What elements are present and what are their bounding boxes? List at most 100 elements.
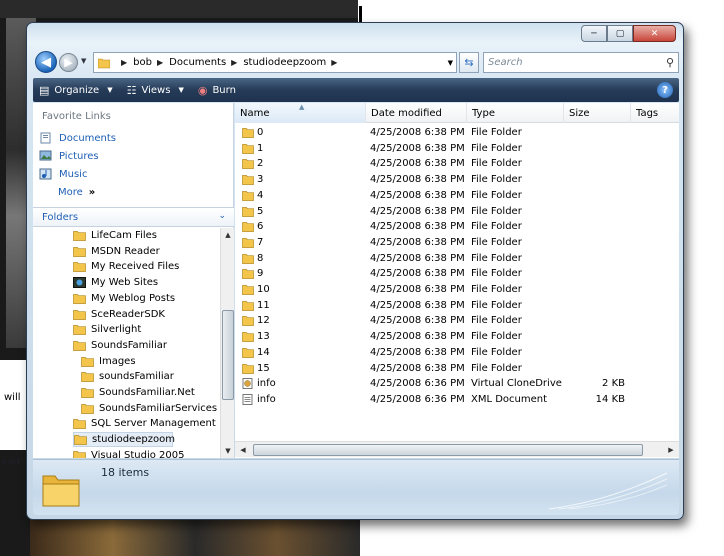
- close-button[interactable]: ✕: [633, 25, 676, 42]
- folder-tree-item[interactable]: LifeCam Files: [73, 228, 157, 243]
- folder-tree-label: SoundsFamiliar: [91, 339, 167, 351]
- burn-button[interactable]: ◉ Burn: [198, 84, 236, 97]
- file-name: 2: [257, 158, 264, 170]
- folder-tree-item[interactable]: My Web Sites: [73, 275, 158, 290]
- favorite-music[interactable]: Music: [39, 166, 87, 182]
- file-row[interactable]: 10 4/25/2008 6:38 PM File Folder: [235, 282, 679, 298]
- address-bar[interactable]: ▶ bob ▶ Documents ▶ studiodeepzoom ▶ ▼: [93, 52, 457, 73]
- file-row[interactable]: 6 4/25/2008 6:38 PM File Folder: [235, 219, 679, 235]
- folder-tree-item[interactable]: SoundsFamiliar: [73, 338, 167, 353]
- file-row[interactable]: 13 4/25/2008 6:38 PM File Folder: [235, 329, 679, 345]
- folder-tree-item[interactable]: soundsFamiliar: [81, 369, 174, 384]
- breadcrumb-root-arrow[interactable]: ▶: [116, 58, 127, 67]
- folder-tree: LifeCam Files MSDN Reader My Received File…: [33, 228, 219, 458]
- file-row[interactable]: 1 4/25/2008 6:38 PM File Folder: [235, 141, 679, 157]
- minimize-button[interactable]: ─: [581, 25, 607, 42]
- file-date: 4/25/2008 6:38 PM: [370, 189, 465, 201]
- breadcrumb-bob[interactable]: bob ▶: [133, 57, 163, 68]
- file-list-hscrollbar[interactable]: ◀ ▶: [235, 441, 679, 457]
- breadcrumb-studiodeepzoom[interactable]: studiodeepzoom ▶: [243, 57, 337, 68]
- scroll-right-arrow[interactable]: ▶: [665, 444, 677, 456]
- file-row[interactable]: 3 4/25/2008 6:38 PM File Folder: [235, 172, 679, 188]
- file-row[interactable]: 15 4/25/2008 6:38 PM File Folder: [235, 361, 679, 377]
- file-name: 0: [257, 127, 264, 138]
- explorer-window[interactable]: ─ ▢ ✕ ◀ ▶ ▼ ▶ bob ▶ Documents ▶ studiodeep…: [26, 22, 684, 520]
- folder-tree-item[interactable]: studiodeepzoom: [73, 432, 175, 448]
- pictures-icon: [39, 150, 52, 161]
- file-row[interactable]: 2 4/25/2008 6:38 PM File Folder: [235, 156, 679, 172]
- views-button[interactable]: ☷ Views ▼: [127, 84, 184, 97]
- scroll-thumb[interactable]: [222, 310, 234, 400]
- scroll-down-arrow[interactable]: ▼: [222, 445, 234, 457]
- file-date: 4/25/2008 6:38 PM: [370, 158, 465, 170]
- chevron-right-icon[interactable]: ▶: [231, 58, 237, 67]
- file-row[interactable]: 14 4/25/2008 6:38 PM File Folder: [235, 345, 679, 361]
- file-row[interactable]: info 4/25/2008 6:36 PM XML Document 14 KB: [235, 392, 679, 408]
- folder-tree-item[interactable]: Silverlight: [73, 322, 141, 337]
- folder-tree-item[interactable]: SoundsFamiliarServices: [81, 401, 217, 416]
- chevron-right-icon[interactable]: ▶: [157, 58, 163, 67]
- refresh-button[interactable]: ⇆: [459, 52, 479, 73]
- file-name: 8: [257, 252, 264, 264]
- folder-tree-scrollbar[interactable]: ▲ ▼: [220, 228, 234, 458]
- scroll-up-arrow[interactable]: ▲: [222, 229, 234, 241]
- back-button[interactable]: ◀: [35, 51, 57, 73]
- column-size[interactable]: Size: [564, 103, 631, 123]
- file-date: 4/25/2008 6:38 PM: [370, 205, 465, 217]
- file-row[interactable]: 0 4/25/2008 6:38 PM File Folder: [235, 125, 679, 141]
- file-name: 6: [257, 221, 264, 233]
- file-name: 10: [257, 284, 270, 295]
- folder-tree-label: LifeCam Files: [91, 230, 157, 241]
- favorite-pictures[interactable]: Pictures: [39, 148, 99, 164]
- folders-header[interactable]: Folders ⌄: [33, 207, 234, 227]
- folder-tree-item[interactable]: Images: [81, 354, 136, 369]
- recent-pages-dropdown[interactable]: ▼: [81, 57, 86, 65]
- favorite-label: Music: [59, 168, 88, 180]
- file-type: File Folder: [471, 331, 522, 343]
- documents-icon: [40, 132, 51, 144]
- column-tags[interactable]: Tags: [631, 103, 679, 123]
- file-row[interactable]: info 4/25/2008 6:36 PM Virtual CloneDrive 2…: [235, 376, 679, 392]
- file-name: 9: [257, 268, 264, 280]
- column-date-modified[interactable]: Date modified: [366, 103, 467, 123]
- folder-tree-item[interactable]: SoundsFamiliar.Net: [81, 385, 195, 400]
- folder-icon: [98, 58, 110, 68]
- file-type: File Folder: [471, 127, 522, 138]
- file-row[interactable]: 7 4/25/2008 6:38 PM File Folder: [235, 235, 679, 251]
- forward-button[interactable]: ▶: [59, 53, 78, 72]
- decorative-swoosh: [549, 472, 668, 510]
- help-button[interactable]: ?: [657, 82, 673, 98]
- folder-tree-item[interactable]: My Weblog Posts: [73, 291, 175, 306]
- scroll-left-arrow[interactable]: ◀: [237, 444, 249, 456]
- folder-icon: [73, 246, 86, 257]
- breadcrumb-documents[interactable]: Documents ▶: [169, 57, 237, 68]
- file-row[interactable]: 8 4/25/2008 6:38 PM File Folder: [235, 251, 679, 267]
- file-date: 4/25/2008 6:38 PM: [370, 221, 465, 233]
- organize-button[interactable]: ▤ Organize ▼: [39, 84, 113, 97]
- favorite-label: Pictures: [59, 150, 99, 162]
- file-name: 12: [257, 315, 270, 327]
- column-type[interactable]: Type: [467, 103, 564, 123]
- search-input[interactable]: Search ⚲: [483, 52, 679, 73]
- scroll-thumb[interactable]: [253, 444, 643, 456]
- file-row[interactable]: 12 4/25/2008 6:38 PM File Folder: [235, 313, 679, 329]
- file-row[interactable]: 9 4/25/2008 6:38 PM File Folder: [235, 266, 679, 282]
- folder-tree-item[interactable]: SQL Server Management Stu: [73, 416, 219, 431]
- file-row[interactable]: 5 4/25/2008 6:38 PM File Folder: [235, 204, 679, 220]
- folder-tree-item[interactable]: Visual Studio 2005: [73, 448, 185, 458]
- folder-tree-item[interactable]: My Received Files: [73, 259, 179, 274]
- file-date: 4/25/2008 6:38 PM: [370, 284, 465, 295]
- maximize-button[interactable]: ▢: [607, 25, 633, 42]
- folders-header-label: Folders: [42, 211, 79, 223]
- folder-tree-item[interactable]: SceReaderSDK: [73, 307, 165, 322]
- file-row[interactable]: 11 4/25/2008 6:38 PM File Folder: [235, 298, 679, 314]
- favorite-documents[interactable]: Documents: [39, 130, 116, 146]
- address-history-dropdown[interactable]: ▼: [448, 59, 453, 67]
- folder-tree-item[interactable]: MSDN Reader: [73, 244, 160, 259]
- breadcrumb-label: studiodeepzoom: [243, 57, 327, 68]
- search-icon[interactable]: ⚲: [666, 56, 674, 69]
- file-type: File Folder: [471, 142, 522, 154]
- favorite-more-link[interactable]: More »: [58, 184, 95, 200]
- chevron-right-icon[interactable]: ▶: [331, 58, 337, 67]
- file-row[interactable]: 4 4/25/2008 6:38 PM File Folder: [235, 188, 679, 204]
